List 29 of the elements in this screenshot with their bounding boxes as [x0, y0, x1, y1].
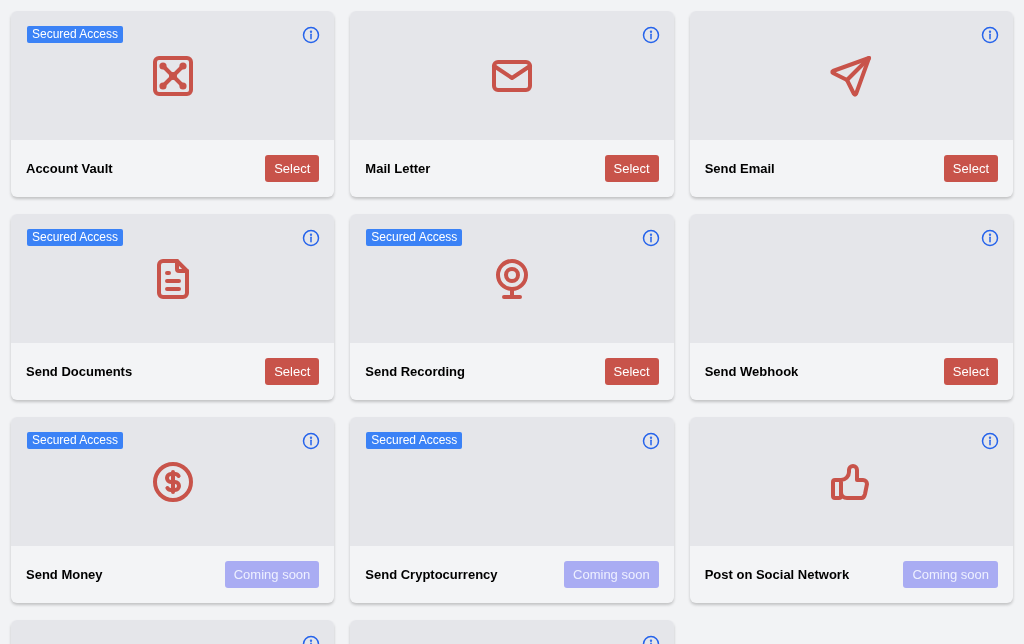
card-title: Post on Social Network — [704, 565, 850, 584]
info-icon[interactable] — [302, 432, 321, 450]
secured-access-badge: Secured Access — [27, 26, 124, 43]
select-button[interactable]: Select — [265, 358, 320, 385]
info-icon[interactable] — [981, 432, 999, 450]
select-button[interactable]: Select — [265, 155, 320, 182]
info-icon[interactable] — [981, 229, 999, 247]
select-button[interactable]: Select — [604, 358, 659, 385]
info-icon[interactable] — [641, 26, 660, 44]
select-button[interactable]: Select — [604, 155, 659, 182]
card-title: Mail Letter — [365, 159, 431, 178]
secured-access-badge: Secured Access — [366, 229, 463, 246]
info-icon[interactable] — [641, 432, 660, 450]
secured-access-badge: Secured Access — [366, 432, 463, 449]
info-icon[interactable] — [302, 26, 321, 44]
secured-access-badge: Secured Access — [27, 432, 124, 449]
info-icon[interactable] — [641, 229, 660, 247]
card-title: Send Recording — [365, 362, 465, 381]
secured-access-badge: Secured Access — [27, 229, 124, 246]
select-button[interactable]: Select — [943, 358, 998, 385]
select-button[interactable]: Select — [943, 155, 998, 182]
card-title: Send Documents — [26, 362, 133, 381]
card-title: Send Webhook — [704, 362, 799, 381]
card-title: Send Cryptocurrency — [365, 565, 498, 584]
card-title: Send Email — [704, 159, 775, 178]
info-icon[interactable] — [981, 26, 999, 44]
card-title: Account Vault — [26, 159, 113, 178]
info-icon[interactable] — [302, 229, 321, 247]
card-title: Send Money — [26, 565, 103, 584]
